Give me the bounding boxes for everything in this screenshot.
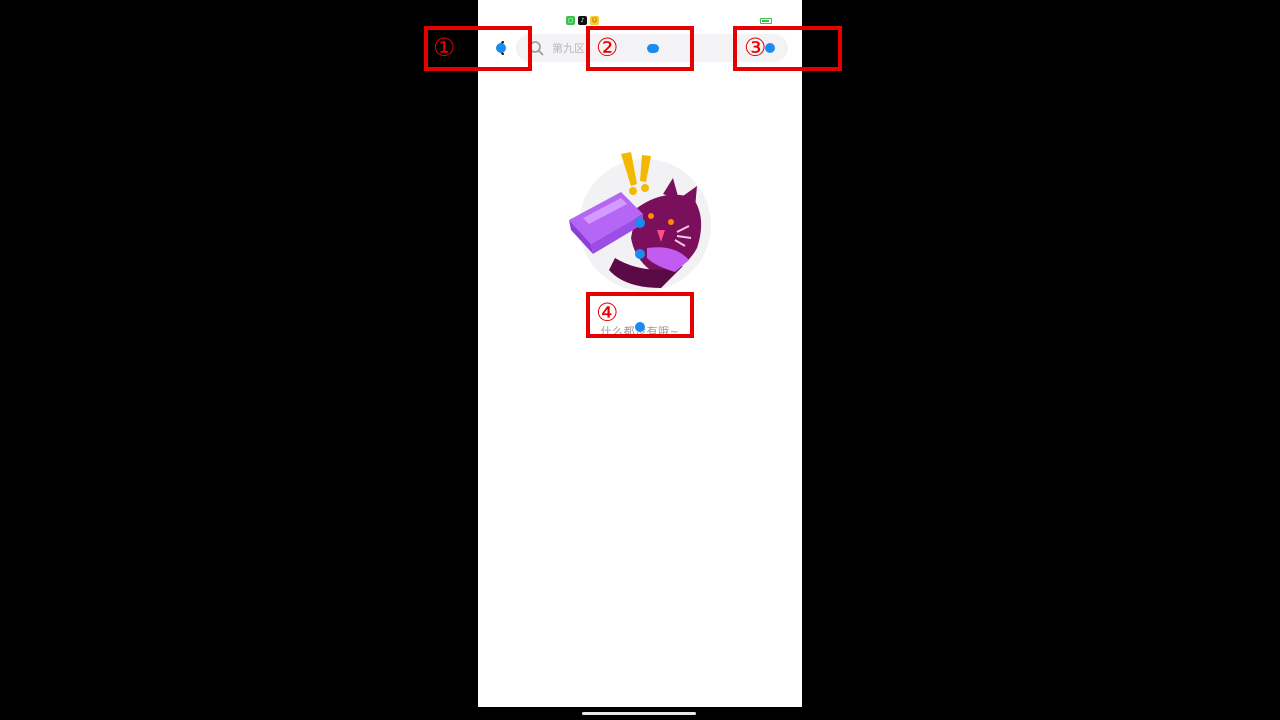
annotation-dot-1 — [496, 43, 506, 53]
annotation-label-2: ② — [596, 33, 619, 62]
screen: ◻ ♪ ☺ 第九区 ① ② ③ ④ — [0, 0, 1280, 720]
annotation-label-4: ④ — [596, 298, 619, 327]
wechat-icon: ◻ — [566, 16, 575, 25]
annotation-dot-4 — [635, 322, 645, 332]
status-app-icons: ◻ ♪ ☺ — [566, 16, 599, 25]
emoji-app-icon: ☺ — [590, 16, 599, 25]
home-indicator[interactable] — [582, 712, 696, 715]
annotation-label-3: ③ — [744, 33, 767, 62]
battery-fill — [762, 20, 769, 22]
phone-screen: ◻ ♪ ☺ 第九区 — [478, 0, 802, 707]
annotation-dot-3 — [765, 43, 775, 53]
annotation-dot-extra-a — [635, 218, 645, 228]
annotation-label-1: ① — [433, 33, 456, 62]
tiktok-icon: ♪ — [578, 16, 587, 25]
battery-icon — [760, 18, 772, 24]
annotation-dot-2 — [647, 44, 659, 53]
annotation-dot-extra-b — [635, 249, 645, 259]
